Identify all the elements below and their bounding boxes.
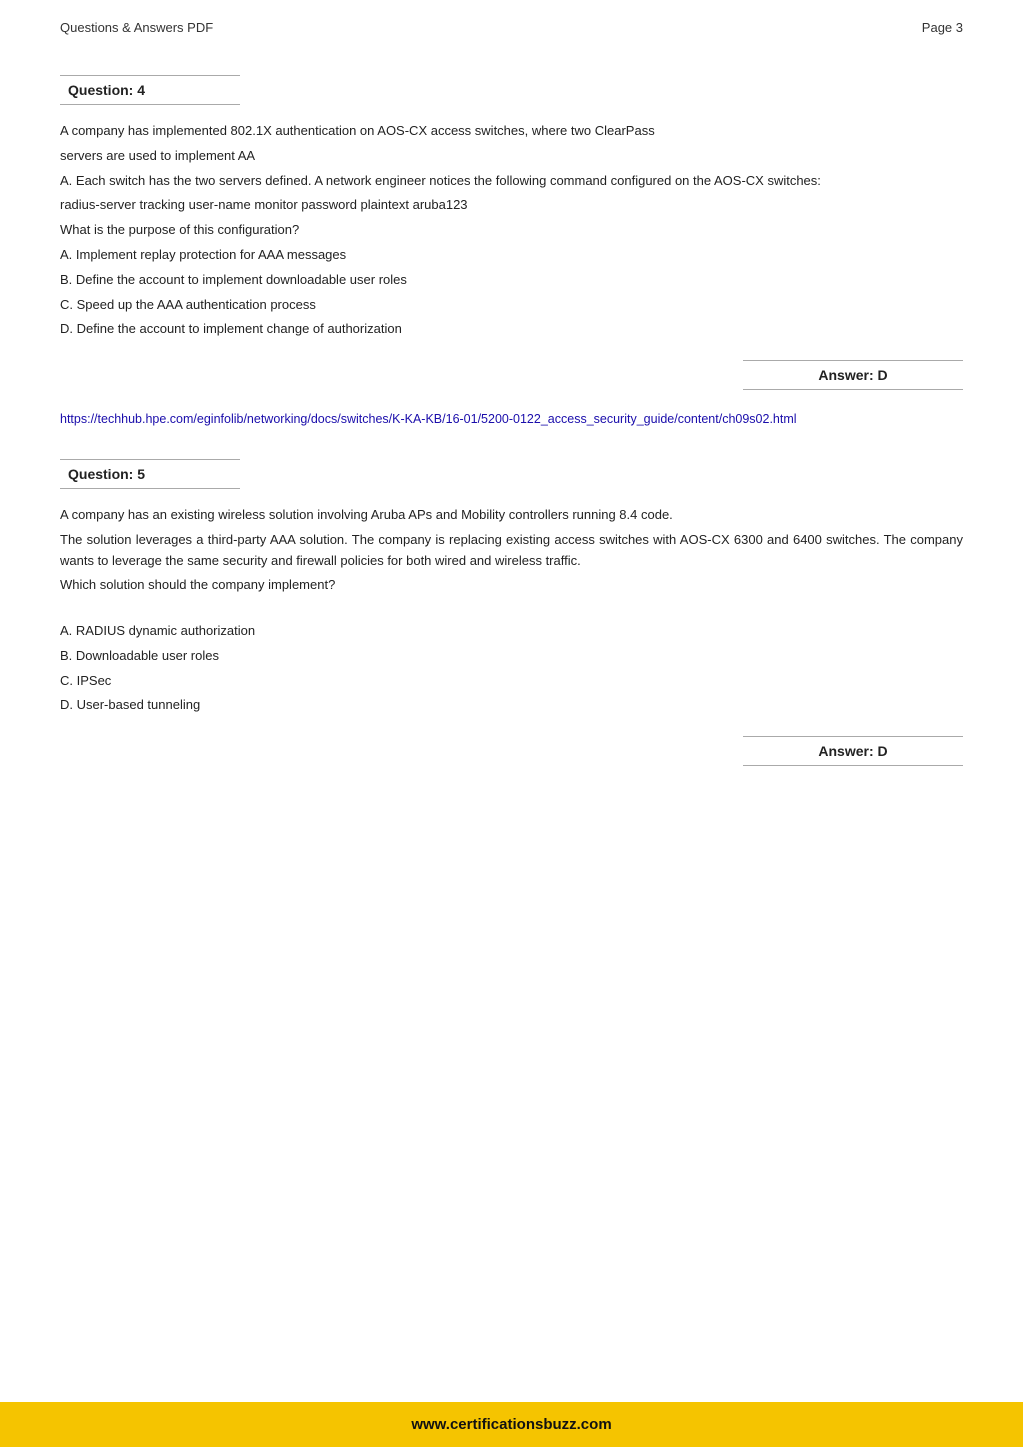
q5-option-d: D. User-based tunneling bbox=[60, 695, 963, 716]
page-container: Questions & Answers PDF Page 3 Question:… bbox=[0, 0, 1023, 1447]
q4-option-d: D. Define the account to implement chang… bbox=[60, 319, 963, 340]
question-5-answer-box: Answer: D bbox=[60, 736, 963, 766]
q5-line-2: The solution leverages a third-party AAA… bbox=[60, 530, 963, 572]
q5-option-c: C. IPSec bbox=[60, 671, 963, 692]
question-5-title: Question: 5 bbox=[68, 466, 145, 482]
question-4-body: A company has implemented 802.1X authent… bbox=[60, 121, 963, 340]
footer-url: www.certificationsbuzz.com bbox=[411, 1416, 611, 1433]
header-left: Questions & Answers PDF bbox=[60, 20, 213, 35]
question-4-title: Question: 4 bbox=[68, 82, 145, 98]
q4-line-3: A. Each switch has the two servers defin… bbox=[60, 171, 963, 192]
q5-option-b: B. Downloadable user roles bbox=[60, 646, 963, 667]
page-header: Questions & Answers PDF Page 3 bbox=[60, 20, 963, 45]
question-5-header: Question: 5 bbox=[60, 459, 240, 489]
q4-option-b: B. Define the account to implement downl… bbox=[60, 270, 963, 291]
question-5-block: Question: 5 A company has an existing wi… bbox=[60, 459, 963, 766]
question-4-reference[interactable]: https://techhub.hpe.com/eginfolib/networ… bbox=[60, 410, 963, 429]
question-4-answer: Answer: D bbox=[743, 360, 963, 390]
question-4-block: Question: 4 A company has implemented 80… bbox=[60, 75, 963, 429]
question-4-header: Question: 4 bbox=[60, 75, 240, 105]
q5-line-1: A company has an existing wireless solut… bbox=[60, 505, 963, 526]
q5-line-3: Which solution should the company implem… bbox=[60, 575, 963, 596]
q4-line-4: radius-server tracking user-name monitor… bbox=[60, 195, 963, 216]
q4-line-2: servers are used to implement AA bbox=[60, 146, 963, 167]
page-footer: www.certificationsbuzz.com bbox=[0, 1402, 1023, 1447]
q4-option-a: A. Implement replay protection for AAA m… bbox=[60, 245, 963, 266]
header-right: Page 3 bbox=[922, 20, 963, 35]
q4-line-5: What is the purpose of this configuratio… bbox=[60, 220, 963, 241]
question-5-answer: Answer: D bbox=[743, 736, 963, 766]
question-5-body: A company has an existing wireless solut… bbox=[60, 505, 963, 716]
question-4-answer-box: Answer: D bbox=[60, 360, 963, 390]
q4-line-1: A company has implemented 802.1X authent… bbox=[60, 121, 963, 142]
q4-option-c: C. Speed up the AAA authentication proce… bbox=[60, 295, 963, 316]
q5-option-a: A. RADIUS dynamic authorization bbox=[60, 621, 963, 642]
